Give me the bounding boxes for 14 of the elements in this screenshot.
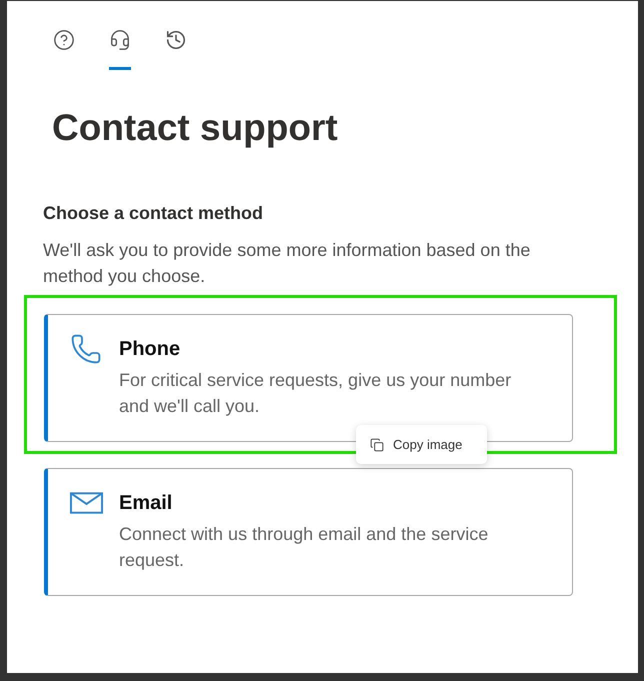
phone-icon [70,333,102,365]
help-icon [53,29,75,51]
envelope-icon [70,492,103,514]
method-description: For critical service requests, give us your number and we'll call you. [119,369,512,418]
section-heading: Choose a contact method [43,202,264,224]
method-description: Connect with us through email and the service request. [119,523,490,572]
section-description: We'll ask you to provide some more information based on the method you choose. [43,239,532,288]
contact-method-card[interactable]: Email Connect with us through email and the service request. [44,468,573,596]
page-title: Contact support [52,107,338,149]
headset-icon [109,29,131,51]
method-title: Email [119,491,172,515]
copy-icon [370,436,384,452]
history-icon [165,29,187,51]
method-title: Phone [119,337,180,361]
